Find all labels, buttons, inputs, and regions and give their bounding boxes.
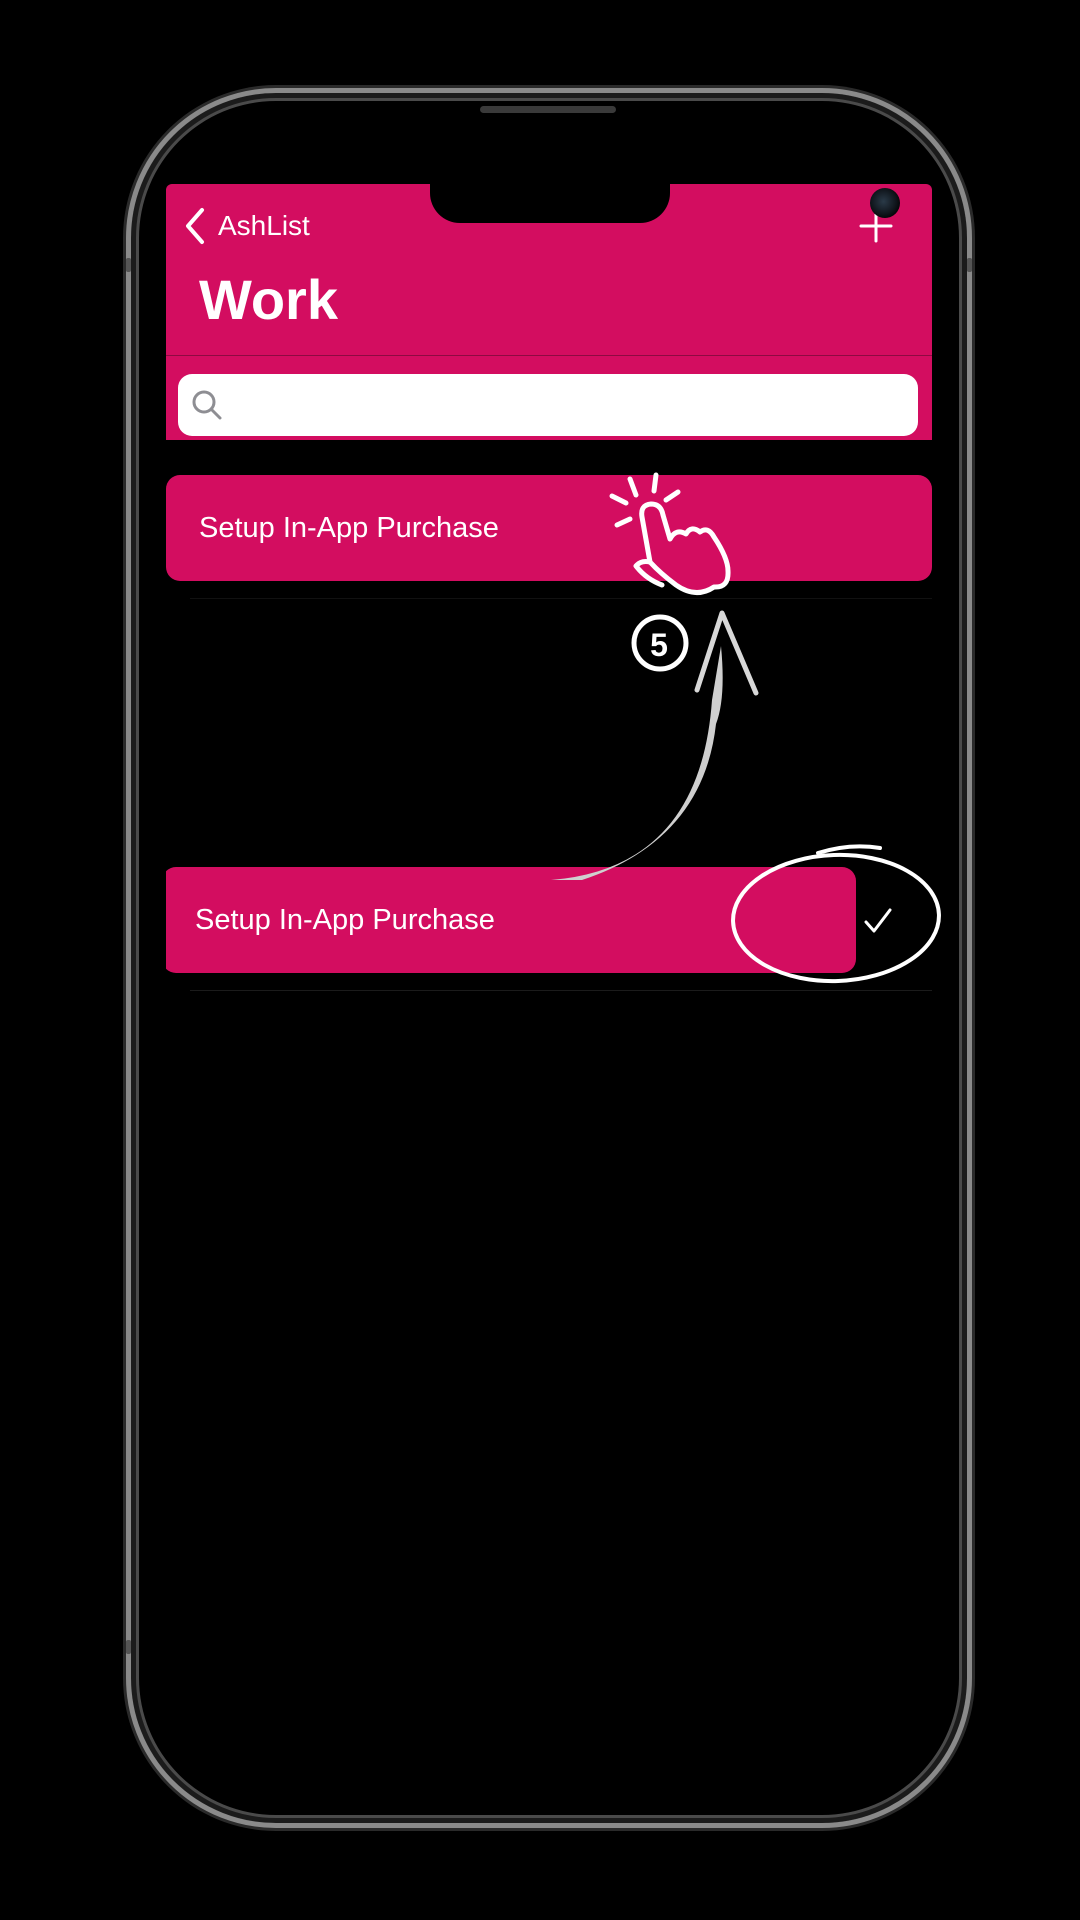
side-button [126, 1640, 131, 1654]
camera-notch [430, 184, 900, 223]
search-input[interactable] [232, 388, 918, 422]
list-item-label: Setup In-App Purchase [199, 511, 499, 544]
app-screen: AshList Work Setup In-App Purchase Setup… [166, 184, 932, 1784]
row-divider [190, 598, 932, 599]
swiped-list-item[interactable]: Setup In-App Purchase [166, 867, 856, 973]
complete-action-button[interactable] [860, 903, 896, 939]
search-icon [192, 390, 222, 420]
side-button [126, 258, 131, 272]
earpiece-speaker [480, 106, 616, 113]
side-button [967, 258, 972, 272]
list-item-label: Setup In-App Purchase [195, 903, 495, 936]
search-field[interactable] [178, 374, 918, 436]
front-camera [870, 188, 900, 218]
list-item[interactable]: Setup In-App Purchase [166, 475, 932, 581]
checkmark-icon [864, 908, 892, 933]
back-button-label: AshList [218, 210, 310, 241]
chevron-left-icon [186, 208, 204, 244]
page-title: Work [199, 268, 338, 331]
search-bar-container [166, 356, 932, 440]
step-number: 5 [650, 627, 668, 663]
back-button[interactable]: AshList [184, 206, 310, 246]
row-divider [190, 990, 932, 991]
